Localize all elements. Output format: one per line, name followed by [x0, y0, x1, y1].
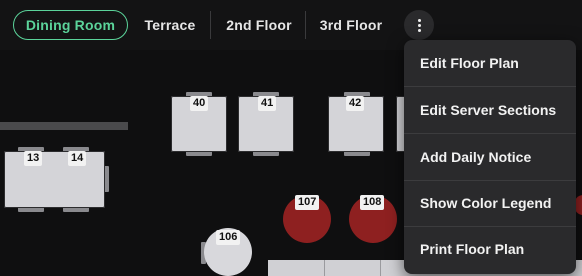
kebab-dot [417, 28, 421, 32]
bottom-divider [380, 260, 381, 276]
kebab-vertical-icon [417, 18, 421, 22]
wall [0, 122, 128, 130]
menu-item-add-daily-notice[interactable]: Add Daily Notice [404, 134, 576, 180]
table-number: 13 [24, 151, 43, 166]
tab-3rd-floor[interactable]: 3rd Floor [312, 10, 390, 40]
tab-divider [305, 11, 306, 39]
menu-item-print-floor-plan[interactable]: Print Floor Plan [404, 226, 576, 272]
table-number: 106 [216, 230, 241, 245]
table-number: 40 [190, 96, 209, 111]
options-menu: Edit Floor Plan Edit Server Sections Add… [404, 40, 576, 274]
table-number: 107 [295, 195, 320, 210]
menu-item-edit-floor-plan[interactable]: Edit Floor Plan [404, 40, 576, 86]
tab-dining-room[interactable]: Dining Room [13, 10, 128, 40]
menu-item-edit-server-sections[interactable]: Edit Server Sections [404, 87, 576, 133]
table-number: 41 [258, 96, 277, 111]
kebab-dot [417, 23, 421, 27]
table-number: 42 [346, 96, 365, 111]
table-number: 108 [360, 195, 385, 210]
tab-terrace[interactable]: Terrace [136, 10, 204, 40]
more-options-button[interactable] [404, 10, 434, 40]
table-13-14[interactable] [4, 151, 105, 208]
tab-divider [210, 11, 211, 39]
menu-item-show-color-legend[interactable]: Show Color Legend [404, 180, 576, 226]
table-number: 14 [68, 151, 87, 166]
tab-2nd-floor[interactable]: 2nd Floor [218, 10, 300, 40]
bottom-divider [324, 260, 325, 276]
